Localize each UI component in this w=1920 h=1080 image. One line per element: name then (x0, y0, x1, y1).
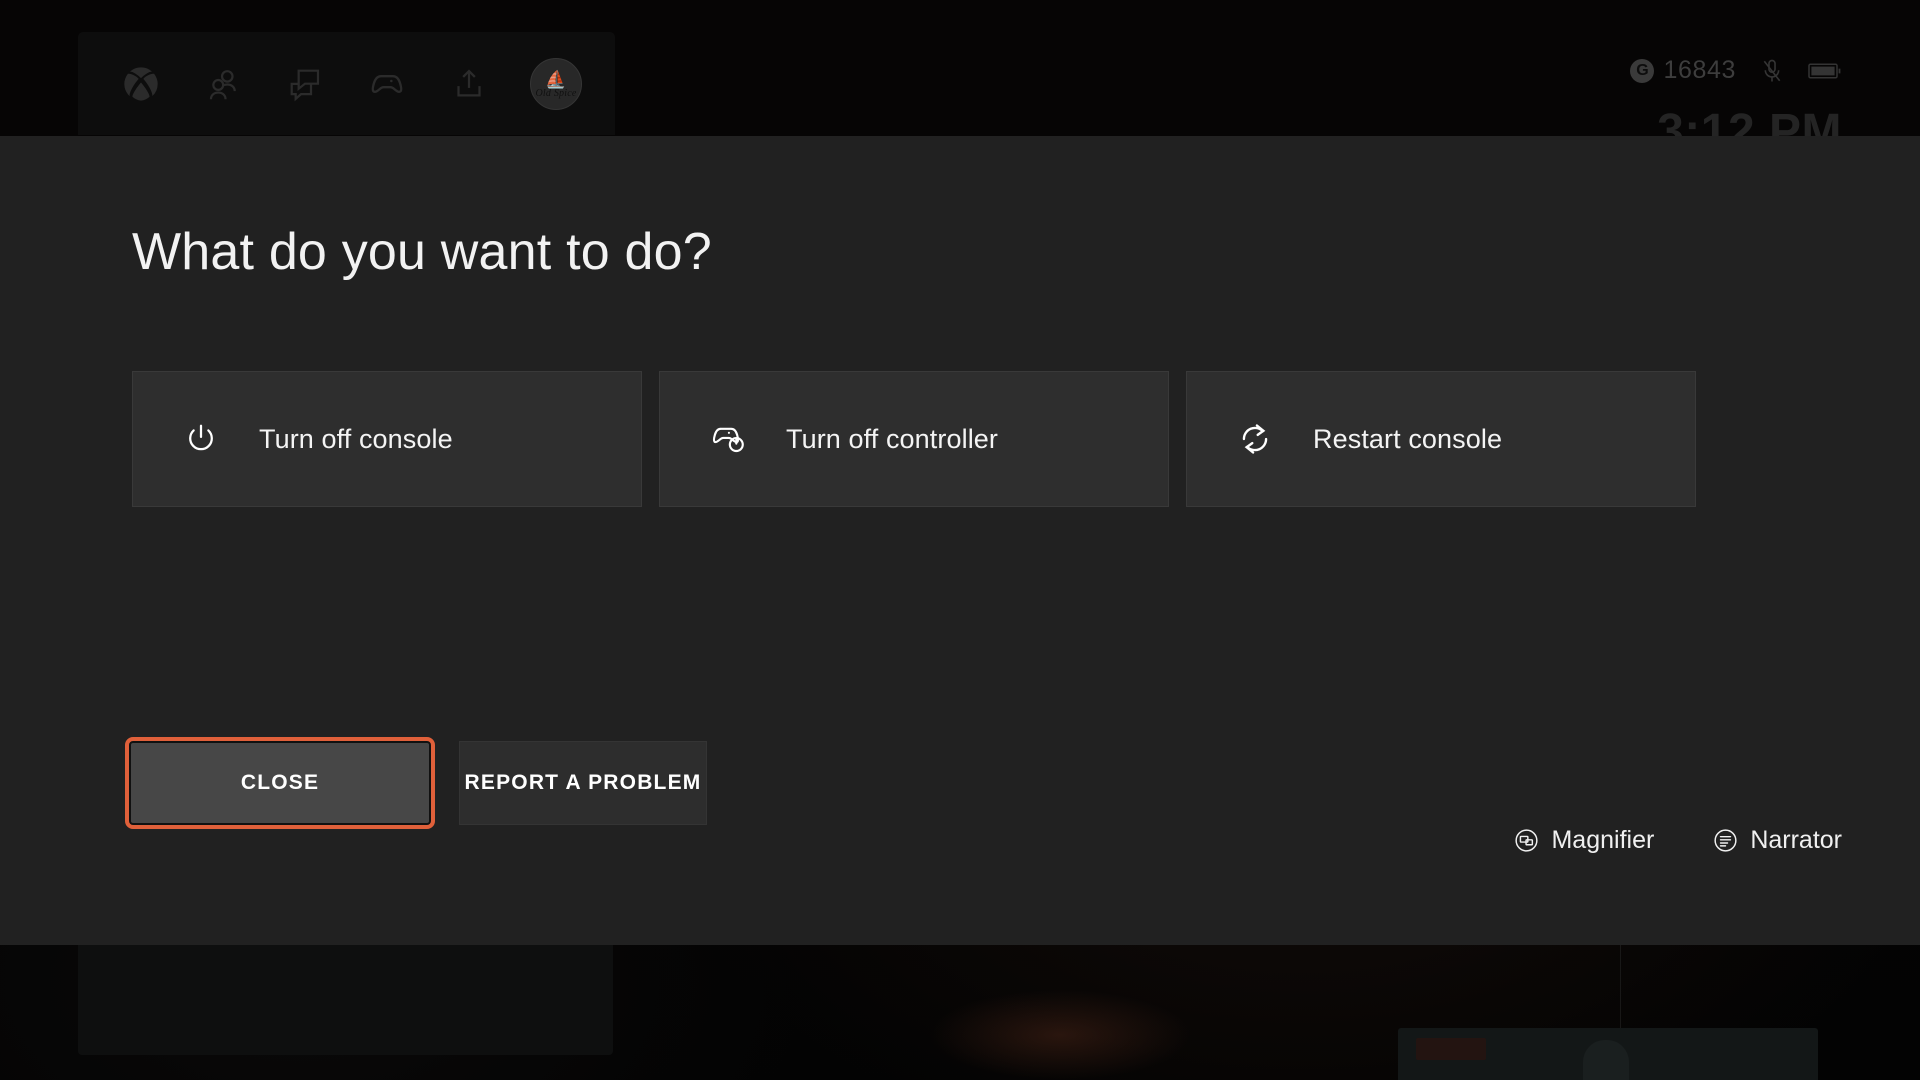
restart-icon (1235, 419, 1275, 459)
background-left-panel (78, 930, 613, 1055)
people-icon (204, 65, 242, 103)
option-restart-console[interactable]: Restart console (1186, 371, 1696, 507)
ship-icon: ⛵ (545, 70, 567, 89)
background-game-tile (1398, 1028, 1818, 1080)
mic-muted-icon (1758, 57, 1786, 85)
guide-tab-home[interactable] (120, 63, 162, 105)
xbox-guide-screen: ⛵ Old Spice G 16843 3:12 PM What do you … (0, 0, 1920, 1080)
gamerscore-badge-icon: G (1630, 58, 1655, 83)
battery-full-icon (1808, 60, 1842, 82)
page-title: What do you want to do? (132, 223, 712, 281)
overlay-action-buttons: CLOSE REPORT A PROBLEM (125, 737, 707, 829)
accessibility-shortcuts: Magnifier Narrator (1513, 826, 1842, 855)
background-tile-figure (1583, 1040, 1629, 1080)
power-icon (181, 419, 221, 459)
share-icon (451, 66, 487, 102)
xbox-logo-icon (121, 64, 161, 104)
magnifier-shortcut[interactable]: Magnifier (1513, 826, 1654, 855)
magnifier-label: Magnifier (1551, 826, 1655, 854)
guide-tab-messages[interactable] (284, 63, 326, 105)
controller-icon (367, 64, 407, 104)
option-label: Restart console (1313, 423, 1503, 454)
messages-icon (286, 65, 324, 103)
background-tile-badge (1416, 1038, 1486, 1060)
controller-power-icon (708, 419, 748, 459)
power-options-overlay: What do you want to do? Turn off console (0, 136, 1920, 945)
narrator-label: Narrator (1750, 826, 1842, 854)
guide-tab-people[interactable] (202, 63, 244, 105)
option-label: Turn off console (259, 423, 453, 454)
report-problem-button[interactable]: REPORT A PROBLEM (459, 741, 707, 825)
option-label: Turn off controller (786, 423, 998, 454)
gamerpic-brand-label: Old Spice (535, 88, 577, 99)
guide-bar: ⛵ Old Spice (78, 32, 615, 135)
option-turn-off-console[interactable]: Turn off console (132, 371, 642, 507)
gamerpic-avatar[interactable]: ⛵ Old Spice (530, 57, 582, 110)
magnifier-icon (1513, 827, 1540, 854)
narrator-shortcut[interactable]: Narrator (1712, 826, 1842, 855)
option-turn-off-controller[interactable]: Turn off controller (659, 371, 1169, 507)
gamerscore-value: 16843 (1663, 56, 1736, 84)
status-cluster: G 16843 (1630, 56, 1842, 85)
gamerscore: G 16843 (1630, 56, 1736, 85)
power-options-list: Turn off console Turn off controller Res… (132, 371, 1696, 507)
guide-tab-controller[interactable] (366, 63, 408, 105)
guide-tab-share[interactable] (448, 63, 490, 105)
narrator-icon (1712, 827, 1739, 854)
close-button[interactable]: CLOSE (125, 737, 435, 829)
guide-icon-row: ⛵ Old Spice (78, 32, 582, 135)
background-glow (930, 990, 1190, 1080)
background-light-streaks (1620, 930, 1790, 1040)
